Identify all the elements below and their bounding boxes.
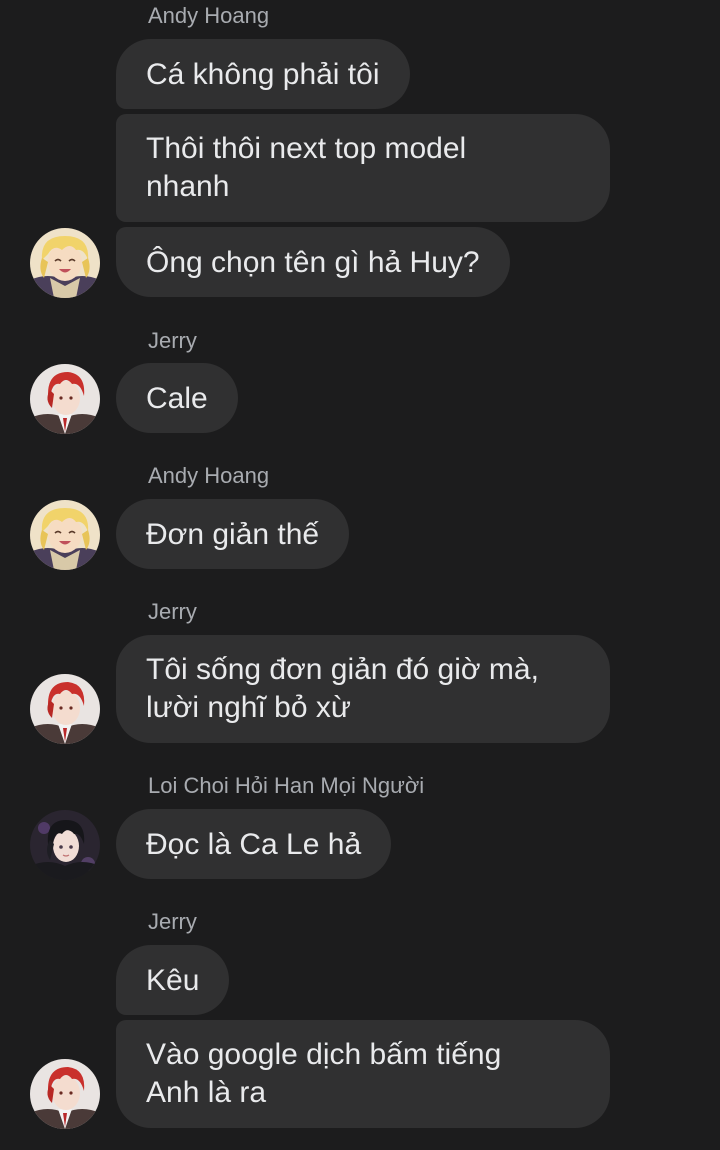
message-text: Đọc là Ca Le hả	[146, 828, 362, 861]
sender-name: Jerry	[148, 599, 197, 624]
dark-hair-anime-avatar-icon	[30, 810, 100, 880]
sender-name: Andy Hoang	[148, 3, 270, 28]
message-bubble[interactable]: Đọc là Ca Le hả	[116, 809, 392, 879]
avatar[interactable]	[30, 1059, 100, 1129]
avatar[interactable]	[30, 810, 100, 880]
message-text-line: lười nghĩ bỏ xừ	[146, 691, 351, 724]
red-hair-anime-avatar-icon	[30, 1059, 100, 1129]
message-text-line: Anh là ra	[146, 1076, 267, 1109]
message-bubble[interactable]: Vào google dịch bấm tiếng Anh là ra	[116, 1020, 610, 1128]
message-text: Cá không phải tôi	[146, 58, 380, 91]
message-text: Đơn giản thế	[146, 518, 320, 551]
message-text-line: Vào google dịch bấm tiếng	[146, 1038, 502, 1071]
sender-name: Jerry	[148, 909, 197, 934]
message-bubble[interactable]: Cale	[116, 363, 238, 433]
message-text: Kêu	[146, 964, 200, 997]
blonde-anime-avatar-icon	[30, 500, 100, 570]
red-hair-anime-avatar-icon	[30, 364, 100, 434]
blonde-anime-avatar-icon	[30, 228, 100, 298]
sender-name: Loi Choi Hỏi Han Mọi Người	[148, 773, 425, 798]
message-bubble[interactable]: Đơn giản thế	[116, 499, 350, 569]
message-bubble[interactable]: Kêu	[116, 945, 230, 1015]
avatar[interactable]	[30, 674, 100, 744]
message-text: Cale	[146, 382, 208, 415]
sender-name: Andy Hoang	[148, 463, 270, 488]
avatar[interactable]	[30, 500, 100, 570]
avatar[interactable]	[30, 228, 100, 298]
sender-name: Jerry	[148, 328, 197, 353]
red-hair-anime-avatar-icon	[30, 674, 100, 744]
message-bubble[interactable]: Ông chọn tên gì hả Huy?	[116, 227, 510, 297]
message-text-line: Thôi thôi next top model	[146, 132, 467, 165]
chat-screen: { "messages": { "g1": { "sender": "Andy …	[0, 0, 720, 1150]
message-text-line: nhanh	[146, 170, 230, 203]
avatar[interactable]	[30, 364, 100, 434]
message-text-line: Tôi sống đơn giản đó giờ mà,	[146, 653, 539, 686]
message-bubble[interactable]: Thôi thôi next top model nhanh	[116, 114, 610, 222]
message-text: Ông chọn tên gì hả Huy?	[146, 246, 480, 279]
message-bubble[interactable]: Cá không phải tôi	[116, 39, 410, 109]
message-bubble[interactable]: Tôi sống đơn giản đó giờ mà, lười nghĩ b…	[116, 635, 610, 743]
